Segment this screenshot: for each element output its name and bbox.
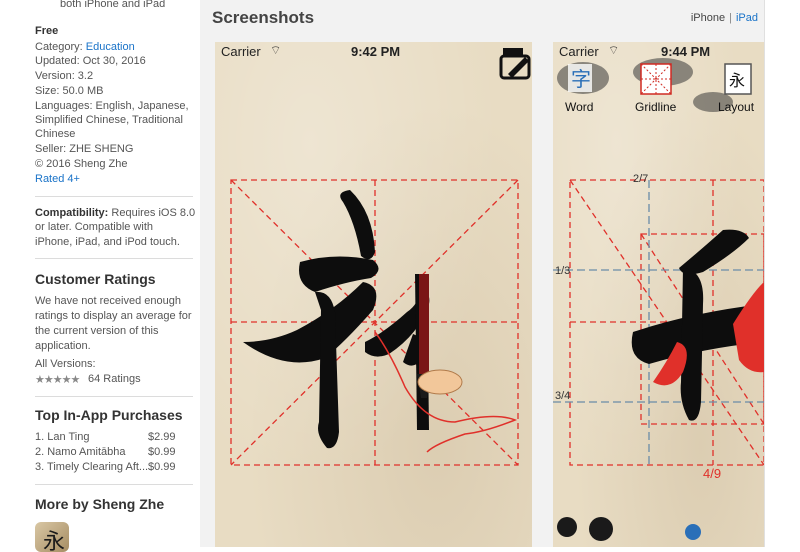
compatibility-row: Compatibility: Requires iOS 8.0 (35, 207, 195, 220)
related-app-icon[interactable]: 永 (35, 522, 69, 552)
iap-item-price: $2.99 (148, 431, 176, 443)
calligraphy-glyph-icon: 永 (43, 530, 66, 552)
screenshot-1[interactable]: Carrier ⌔ 9:42 PM (215, 42, 532, 547)
svg-text:字: 字 (571, 67, 591, 91)
category-link[interactable]: Education (86, 41, 135, 53)
toolbar-word-button[interactable]: Word (565, 100, 593, 114)
compatibility-text-2: or later. Compatible with (35, 221, 153, 233)
iap-item-name: 3. Timely Clearing Aft... (35, 461, 149, 473)
languages-text: Languages: English, Japanese, (35, 100, 189, 112)
iap-item-name: 2. Namo Amitābha (35, 446, 126, 458)
ink-character (631, 229, 764, 421)
device-iphone-tab[interactable]: iPhone (691, 12, 725, 24)
calligraphy-canvas: 字 永 2/7 1/3 3/4 4/9 (553, 58, 764, 541)
grid-fraction-bottom: 4/9 (703, 466, 721, 481)
category-label: Category: (35, 41, 83, 53)
divider (35, 484, 193, 485)
ratings-count: 64 Ratings (88, 373, 141, 385)
svg-text:永: 永 (729, 71, 745, 90)
iap-item-price: $0.99 (148, 461, 176, 473)
copyright-text: © 2016 Sheng Zhe (35, 158, 128, 170)
bottom-toolbar-icons (557, 517, 701, 541)
price-label: Free (35, 25, 59, 37)
category-row: Category: Education (35, 41, 135, 54)
device-switcher: iPhone | iPad (691, 12, 758, 24)
age-rating-link[interactable]: Rated 4+ (35, 173, 80, 186)
compatibility-text-3: iPhone, iPad, and iPod touch. (35, 236, 180, 248)
device-ipad-tab[interactable]: iPad (736, 12, 758, 24)
compatibility-label: Compatibility: (35, 207, 109, 219)
star-rating-icon: ★★★★★ (35, 374, 80, 386)
grid-fraction-left-2: 3/4 (555, 390, 570, 402)
gridline-icon (640, 63, 672, 95)
grid-fraction-left-1: 1/3 (555, 265, 570, 277)
languages-text-2: Simplified Chinese, Traditional (35, 114, 183, 126)
all-versions-label: All Versions: (35, 358, 96, 370)
device-support-text: both iPhone and iPad (60, 0, 166, 10)
in-app-purchases-heading: Top In-App Purchases (35, 407, 183, 423)
seller-text: Seller: ZHE SHENG (35, 143, 134, 155)
edit-icon (499, 48, 531, 80)
ratings-notice-2: ratings to display an average for (35, 310, 192, 322)
compatibility-text: Requires iOS 8.0 (108, 207, 196, 219)
divider (35, 196, 193, 197)
calligraphy-canvas (230, 48, 531, 466)
ink-character (243, 190, 430, 449)
more-by-developer-heading: More by Sheng Zhe (35, 496, 165, 512)
languages-text-3: Chinese (35, 128, 76, 140)
app-info-sidebar: both iPhone and iPad Free Category: Educ… (0, 0, 198, 552)
red-grid (230, 179, 519, 466)
iap-item-name: 1. Lan Ting (35, 431, 90, 443)
iap-item-price: $0.99 (148, 446, 176, 458)
toolbar-gridline-button[interactable]: Gridline (635, 100, 676, 114)
ratings-notice-1: We have not received enough (35, 295, 181, 307)
grid-fraction-top: 2/7 (633, 173, 648, 185)
word-icon: 字 (568, 64, 592, 92)
ratings-notice-3: the current version of this (35, 325, 159, 337)
right-gutter (764, 0, 800, 547)
separator: | (729, 12, 732, 24)
divider (35, 396, 193, 397)
screenshots-heading: Screenshots (212, 8, 315, 27)
layout-icon: 永 (724, 63, 752, 95)
updated-date: Updated: Oct 30, 2016 (35, 55, 146, 67)
screenshot-2[interactable]: Carrier ⌔ 9:44 PM 字 永 2/7 1/3 3/4 4/9 Wo… (553, 42, 764, 547)
divider (35, 258, 193, 259)
size-text: Size: 50.0 MB (35, 85, 104, 97)
customer-ratings-heading: Customer Ratings (35, 271, 156, 287)
toolbar-layout-button[interactable]: Layout (718, 100, 754, 114)
brush-icon (417, 274, 463, 398)
ratings-notice-4: application. (35, 340, 91, 352)
version-text: Version: 3.2 (35, 70, 94, 82)
